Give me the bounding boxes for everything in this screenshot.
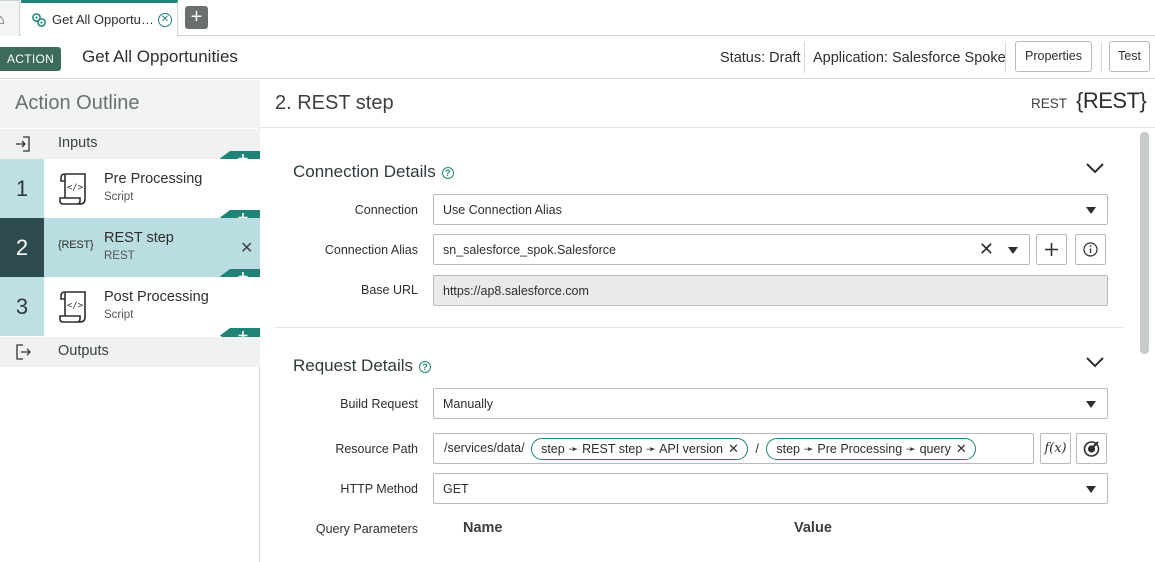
request-details-header[interactable]: Request Details?: [293, 356, 432, 376]
clear-icon[interactable]: ✕: [979, 239, 994, 260]
tab-get-all-opportunities[interactable]: Get All Opportu… ✕: [21, 0, 178, 37]
plus-icon: [1045, 243, 1058, 256]
header-divider: [1101, 42, 1102, 73]
connection-value: Use Connection Alias: [443, 203, 562, 217]
home-icon: ⌂: [0, 11, 5, 27]
build-request-select[interactable]: Manually: [433, 388, 1108, 419]
step-type: Script: [104, 191, 134, 203]
connection-select[interactable]: Use Connection Alias: [433, 194, 1108, 225]
http-method-select[interactable]: GET: [433, 473, 1108, 504]
step-type: Script: [104, 309, 134, 321]
help-icon[interactable]: ?: [441, 167, 454, 179]
data-pill[interactable]: step ➛ Pre Processing ➛ query ✕: [766, 438, 976, 460]
action-badge: ACTION: [0, 47, 62, 71]
step-header: 2. REST step REST {REST}: [261, 80, 1155, 128]
test-button[interactable]: Test: [1109, 41, 1150, 72]
flow-action-icon: [32, 13, 46, 27]
build-request-value: Manually: [443, 397, 494, 411]
data-pill-label: step ➛ Pre Processing ➛ query: [776, 442, 951, 456]
caret-down-icon: [1086, 207, 1096, 214]
tab-home[interactable]: ⌂: [0, 0, 20, 36]
section-title: Connection Details: [293, 162, 436, 181]
base-url-label: Base URL: [361, 283, 418, 297]
outline-outputs[interactable]: Outputs: [0, 337, 260, 367]
connection-alias-select[interactable]: sn_salesforce_spok.Salesforce ✕: [433, 234, 1030, 265]
inputs-icon: [16, 136, 30, 152]
close-tab-icon[interactable]: ✕: [158, 13, 172, 27]
step-number: 3: [0, 277, 44, 336]
add-connection-alias-button[interactable]: [1036, 234, 1067, 265]
caret-down-icon: [1008, 247, 1018, 254]
header-divider: [1005, 42, 1006, 73]
header-divider: [804, 42, 805, 73]
step-name: Pre Processing: [104, 171, 203, 187]
rest-icon: {REST}: [58, 239, 94, 251]
base-url-value: https://ap8.salesforce.com: [443, 284, 589, 298]
svg-text:</>: </>: [67, 183, 84, 193]
value-column-header: Value: [794, 520, 832, 536]
tab-title: Get All Opportu…: [52, 12, 154, 27]
caret-down-icon: [1086, 486, 1096, 493]
outputs-icon: [16, 344, 31, 360]
step-name: REST step: [104, 230, 174, 246]
pill-picker-icon: [1083, 441, 1100, 457]
query-parameters-label: Query Parameters: [315, 522, 418, 536]
connection-alias-label: Connection Alias: [324, 243, 418, 257]
chevron-down-icon[interactable]: [1085, 355, 1105, 369]
data-pill-picker-button[interactable]: [1076, 433, 1107, 464]
status-label: Status: Draft: [720, 50, 801, 66]
application-label: Application: Salesforce Spoke: [813, 50, 1006, 66]
step-editor: 2. REST step REST {REST} Connection Deta…: [261, 80, 1155, 562]
step-name: Post Processing: [104, 289, 209, 305]
base-url-field: https://ap8.salesforce.com: [433, 275, 1108, 306]
resource-path-separator: /: [755, 442, 759, 456]
help-icon[interactable]: ?: [419, 361, 432, 373]
svg-text:</>: </>: [67, 301, 84, 311]
function-button[interactable]: f(x): [1040, 433, 1071, 464]
build-request-label: Build Request: [340, 397, 418, 411]
step-type: REST: [104, 250, 135, 262]
outputs-label: Outputs: [58, 343, 109, 359]
info-icon: [1083, 242, 1098, 257]
action-header: ACTION Get All Opportunities Status: Dra…: [0, 36, 1155, 79]
resource-path-label: Resource Path: [335, 442, 418, 456]
inputs-label: Inputs: [58, 135, 98, 151]
resource-path-input[interactable]: /services/data/ step ➛ REST step ➛ API v…: [433, 433, 1034, 464]
outline-title: Action Outline: [0, 80, 260, 128]
connection-alias-value: sn_salesforce_spok.Salesforce: [443, 243, 617, 257]
script-icon: </>: [59, 173, 86, 205]
caret-down-icon: [1086, 401, 1096, 408]
tab-strip: ⌂ Get All Opportu… ✕ +: [0, 0, 1155, 37]
step-type-label: REST: [1031, 96, 1068, 111]
connection-label: Connection: [354, 203, 418, 217]
resource-path-prefix: /services/data/: [444, 441, 525, 455]
connection-details-header[interactable]: Connection Details?: [293, 162, 454, 182]
step-number: 1: [0, 159, 44, 218]
data-pill[interactable]: step ➛ REST step ➛ API version ✕: [531, 438, 748, 460]
remove-pill-icon[interactable]: ✕: [956, 441, 967, 456]
http-method-value: GET: [443, 482, 469, 496]
http-method-label: HTTP Method: [340, 482, 418, 496]
step-title: 2. REST step: [275, 92, 394, 114]
data-pill-label: step ➛ REST step ➛ API version: [541, 442, 723, 456]
connection-info-button[interactable]: [1075, 234, 1106, 265]
action-outline: Action Outline Inputs 1 </> Pre Processi…: [0, 80, 260, 562]
properties-button[interactable]: Properties: [1015, 41, 1092, 72]
add-tab-button[interactable]: +: [185, 6, 208, 29]
step-number: 2: [0, 218, 44, 277]
script-icon: </>: [59, 291, 86, 323]
page-title: Get All Opportunities: [82, 47, 238, 66]
scrollbar[interactable]: [1140, 132, 1149, 354]
remove-pill-icon[interactable]: ✕: [728, 441, 739, 456]
name-column-header: Name: [463, 520, 503, 536]
chevron-down-icon[interactable]: [1085, 161, 1105, 175]
rest-logo-icon: {REST}: [1076, 88, 1147, 113]
section-title: Request Details: [293, 356, 414, 375]
section-divider: [275, 327, 1123, 328]
function-icon: f(x): [1044, 441, 1067, 456]
delete-step-icon[interactable]: ✕: [240, 238, 253, 258]
